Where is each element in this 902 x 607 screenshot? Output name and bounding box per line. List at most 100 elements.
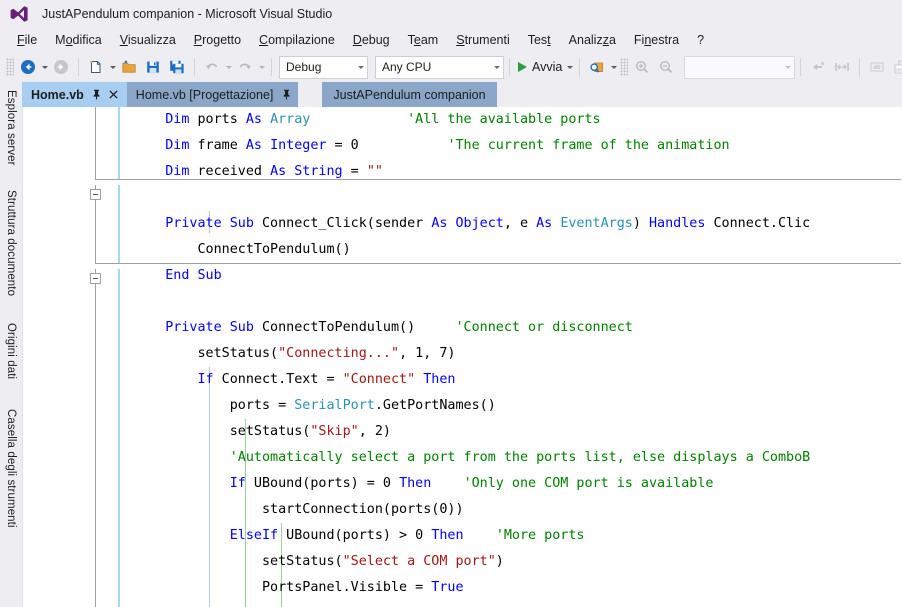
menu-item-test[interactable]: Test [519,31,560,49]
toolbar-grip[interactable] [620,58,629,76]
toolbar-grip[interactable] [6,58,14,76]
sidebar-item-struttura-documento[interactable]: Struttura documento [0,178,22,308]
sidebar-item-label: Esplora server [5,90,17,166]
code-token: Private Sub [165,216,254,231]
find-dropdown[interactable] [609,56,618,78]
code-line[interactable]: Private Sub ConnectToPendulum() 'Connect… [23,315,902,341]
save-all-icon[interactable] [165,56,189,78]
code-token: ) [632,216,649,231]
solution-configuration-combo[interactable]: Debug [279,55,368,79]
code-token: "Skip" [310,424,359,439]
code-text[interactable]: Dim ports As Array 'All the available po… [23,107,902,607]
toolbar-separator [509,58,510,76]
chevron-down-icon [785,65,792,69]
undo-dropdown[interactable] [224,56,233,78]
code-line[interactable]: If UBound(ports) = 0 Then 'Only one COM … [23,471,902,497]
tab-justapendulum-companion[interactable]: JustAPendulum companion [322,82,497,107]
code-line[interactable]: setStatus("Select a COM port") [23,549,902,575]
menu-item-finestra[interactable]: Finestra [625,31,688,49]
code-line[interactable]: startConnection(ports(0)) [23,497,902,523]
code-token: received [189,164,271,179]
open-file-icon[interactable] [117,56,141,78]
menu-item-team[interactable]: Team [399,31,448,49]
code-line[interactable]: ElseIf UBound(ports) > 0 Then 'More port… [23,523,902,549]
solution-platform-combo[interactable]: Any CPU [375,55,504,79]
menu-item-strumenti[interactable]: Strumenti [447,31,519,49]
code-token: 'The current frame of the animation [447,138,730,153]
start-debug-dropdown[interactable] [565,56,574,78]
code-token: As [245,112,262,127]
menu-item-compilazione[interactable]: Compilazione [250,31,344,49]
redo-icon[interactable] [233,56,257,78]
zoom-in-icon[interactable] [630,56,654,78]
menu-item-help[interactable]: ? [688,31,713,49]
sidebar-item-origini-dati[interactable]: Origini dati [0,312,22,390]
code-token: UBound(ports) > 0 [278,528,432,543]
code-token: 'More ports [495,528,585,543]
undo-icon[interactable] [200,56,224,78]
toolbar-separator [859,58,861,76]
redo-dropdown[interactable] [257,56,266,78]
code-token: 'Connect or disconnect [455,320,633,335]
toolbar-search-combo[interactable] [684,55,796,79]
code-line[interactable]: Dim received As String = "" [23,159,902,185]
tab-home-vb[interactable]: Home.vb [22,82,127,107]
tab-home-vb-designer[interactable]: Home.vb [Progettazione] [126,82,299,107]
find-in-files-icon[interactable] [585,56,609,78]
toolbar-separator [78,58,79,76]
code-line[interactable]: Private Sub Connect_Click(sender As Obje… [23,211,902,237]
menu-item-debug[interactable]: Debug [344,31,399,49]
standard-toolbar: Debug Any CPU Avvia ab ab [0,52,902,83]
sidebar-item-esplora-server[interactable]: Esplora server [0,82,22,174]
menu-item-visualizza[interactable]: Visualizza [111,31,185,49]
code-line[interactable]: Dim ports As Array 'All the available po… [23,107,902,133]
pin-icon[interactable] [92,89,102,101]
code-line[interactable]: End Sub [23,263,902,289]
new-item-icon[interactable] [84,56,108,78]
menu-item-progetto[interactable]: Progetto [185,31,250,49]
code-token: As [245,138,262,153]
step-into-icon[interactable] [806,56,830,78]
code-token: ports = [133,398,295,413]
code-line[interactable]: Dim frame As Integer = 0 'The current fr… [23,133,902,159]
code-line[interactable]: 'Automatically select a port from the po… [23,445,902,471]
code-token: Then [423,372,456,387]
code-line[interactable]: If Connect.Text = "Connect" Then [23,367,902,393]
code-token: = [342,164,367,179]
code-line[interactable]: setStatus("Skip", 2) [23,419,902,445]
new-item-dropdown[interactable] [108,56,117,78]
close-icon[interactable] [108,89,120,101]
window-title: JustAPendulum companion - Microsoft Visu… [42,7,333,21]
menu-item-analizza[interactable]: Analizza [560,31,625,49]
save-icon[interactable] [141,56,165,78]
menu-item-file[interactable]: File [8,31,46,49]
navigate-forward-icon[interactable] [49,56,73,78]
navigate-back-icon[interactable] [16,56,40,78]
toolbar-separator [800,58,802,76]
code-token: As [270,164,287,179]
navigate-back-dropdown[interactable] [40,56,49,78]
play-icon [518,62,527,72]
code-line[interactable]: While PortsBox.SelectedItem <> "" [23,601,902,607]
code-line[interactable]: ports = SerialPort.GetPortNames() [23,393,902,419]
menu-item-modifica[interactable]: Modifica [46,31,111,49]
code-token: 'Automatically select a port from the po… [229,450,811,465]
code-line[interactable]: PortsPanel.Visible = True [23,575,902,601]
fit-width-icon[interactable] [830,56,854,78]
text-box-icon[interactable]: ab [865,56,889,78]
code-line[interactable] [23,185,902,211]
code-line[interactable] [23,289,902,315]
start-debug-button[interactable]: Avvia [515,56,565,78]
copy-text-icon[interactable]: ab [889,56,902,78]
solution-platform-value: Any CPU [382,60,432,74]
code-editor[interactable]: Dim ports As Array 'All the available po… [23,107,902,607]
zoom-out-icon[interactable] [654,56,678,78]
pin-icon[interactable] [281,89,291,101]
code-line[interactable]: setStatus("Connecting...", 1, 7) [23,341,902,367]
sidebar-item-casella-strumenti[interactable]: Casella degli strumenti [0,394,22,542]
code-line[interactable]: ConnectToPendulum() [23,237,902,263]
